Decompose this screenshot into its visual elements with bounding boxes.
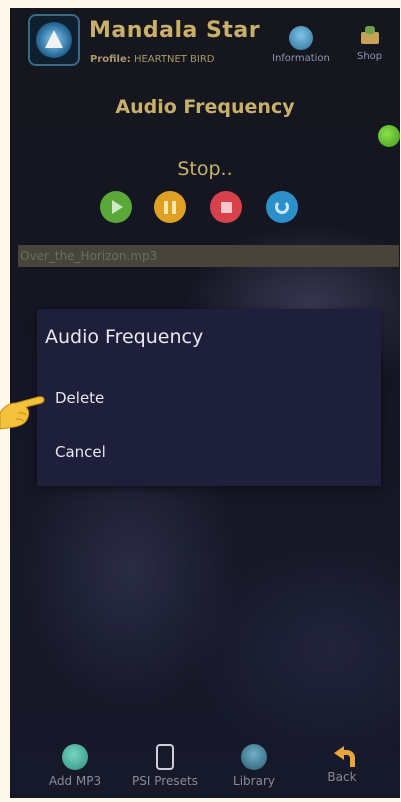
- shop-button[interactable]: Shop: [357, 26, 382, 62]
- psi-presets-label: PSI Presets: [132, 774, 198, 788]
- back-label: Back: [327, 770, 357, 784]
- shop-label: Shop: [357, 51, 383, 62]
- play-icon: [112, 200, 123, 214]
- pause-button[interactable]: [154, 191, 186, 223]
- shop-cart-icon: [359, 26, 381, 48]
- play-button[interactable]: [100, 191, 132, 223]
- replay-button[interactable]: [266, 191, 298, 223]
- pause-icon: [164, 200, 176, 214]
- selected-file-item[interactable]: Over_the_Horizon.mp3: [18, 245, 399, 267]
- stop-icon: [220, 201, 232, 213]
- replay-icon: [275, 200, 289, 214]
- profile-name: HEARTNET BIRD: [133, 54, 215, 65]
- dialog-title: Audio Frequency: [45, 326, 204, 348]
- back-button[interactable]: Back: [302, 744, 382, 784]
- bottom-navigation: Add MP3 PSI Presets Library Back: [10, 738, 400, 798]
- stop-button[interactable]: [210, 191, 242, 223]
- add-music-icon: [62, 744, 88, 770]
- psi-presets-button[interactable]: PSI Presets: [125, 744, 205, 788]
- pointing-hand-icon: [0, 396, 45, 430]
- cancel-option[interactable]: Cancel: [55, 443, 106, 461]
- context-dialog: Audio Frequency Delete Cancel: [37, 309, 381, 486]
- library-icon: [241, 744, 267, 770]
- information-label: Information: [272, 53, 330, 64]
- back-arrow-icon: [331, 744, 355, 767]
- playback-status: Stop..: [177, 158, 233, 180]
- add-mp3-label: Add MP3: [48, 774, 102, 788]
- app-title: Mandala Star: [89, 18, 261, 43]
- app-header: Mandala Star Profile: HEARTNET BIRD Info…: [10, 8, 400, 80]
- profile-label: Profile:: [90, 54, 131, 65]
- section-title: Audio Frequency: [115, 96, 295, 118]
- app-logo: [28, 14, 80, 66]
- library-label: Library: [233, 774, 275, 788]
- psi-presets-icon: [156, 744, 174, 770]
- library-button[interactable]: Library: [214, 744, 294, 788]
- mandala-star-logo-icon: [36, 22, 72, 58]
- app-screen: Mandala Star Profile: HEARTNET BIRD Info…: [10, 8, 400, 798]
- delete-option[interactable]: Delete: [55, 389, 104, 407]
- add-mp3-button[interactable]: Add MP3: [35, 744, 115, 788]
- information-icon: [288, 26, 313, 50]
- status-indicator-icon: [378, 125, 400, 147]
- profile-line: Profile: HEARTNET BIRD: [90, 54, 215, 65]
- information-button[interactable]: Information: [272, 26, 330, 64]
